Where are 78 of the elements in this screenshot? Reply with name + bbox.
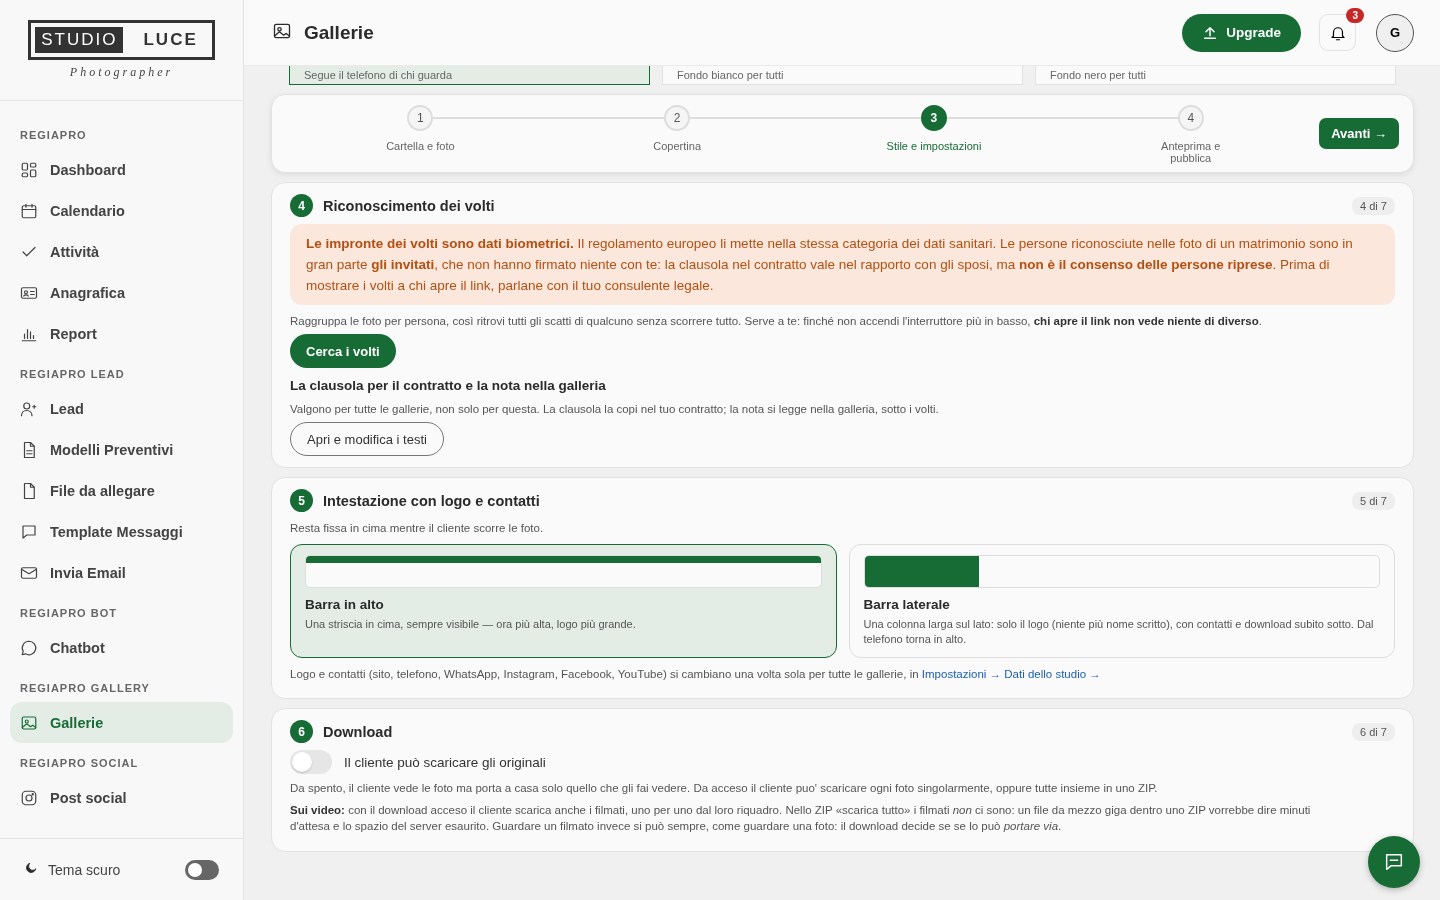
chat-bubble-icon [20,638,38,657]
warning-notice: Le impronte dei volti sono dati biometrici. Il regolamento europeo li mette nella stessa categoria dei dati sanitari. Le persone riconosciute nelle foto di un matrimonio sono in gran parte gli invitati, che non hanno firmato niente con te: la clausola nel contratto vale nel rapporto con gli sposi, ma non è il consenso delle persone riprese. Prima di mostrare i volti a chi apre il link, parlane con il tuo consulente legale. [290,224,1395,305]
settings-link[interactable]: Impostazioni → Dati dello studio → [921,668,1101,680]
step-number[interactable]: 3 [920,105,947,131]
step-number[interactable]: 1 [407,105,434,131]
chat-icon [1383,851,1405,873]
sidebar-item[interactable]: Gallerie [10,702,233,743]
toggle-switch[interactable] [290,750,332,774]
logo-tagline: Photographer [69,65,174,80]
notification-badge: 3 [1346,8,1364,23]
layout-option[interactable]: Barra laterale Una colonna larga sul lato: solo il logo (niente più nome scritto), con contatti e download subito sotto. Dal telefono torna in alto. [848,544,1395,658]
sidebar-item[interactable]: Post social [10,777,233,818]
section-number: 5 [290,489,313,512]
logo-word: LUCE [143,30,198,50]
section-title: Riconoscimento dei volti [323,197,496,214]
theme-label: Tema scuro [48,861,122,878]
grid-icon [20,160,38,179]
sidebar-item[interactable]: Dashboard [10,149,233,190]
upgrade-button[interactable]: Upgrade [1182,13,1301,52]
progress-counter: 5 di 7 [1352,491,1395,510]
section-title: Download [323,723,394,740]
layout-title: Barra in alto [305,597,385,612]
layout-description: Una striscia in cima, sempre visibile — ora più alta, logo più grande. [305,617,637,632]
layout-description: Una colonna larga sul lato: solo il logo (niente più nome scritto), con contatti e download subito sotto. Dal telefono torna in alto. [863,617,1375,647]
section-heading: REGIAPRO GALLERY [19,681,151,696]
description: Raggruppa le foto per persona, così ritrovi tutti gli scatti di qualcuno senza scorrere tutto. Serve a te: finché non accendi l'interruttore più in basso, chi apre il link non vede niente di diverso. [290,314,1263,329]
sidebar-item[interactable]: Report [10,313,233,354]
sidebar-item[interactable]: Anagrafica [10,272,233,313]
sidebar-item[interactable]: Modelli Preventivi [10,429,233,470]
description: Da spento, il cliente vede le foto ma porta a casa solo quello che gli fai vedere. Da acceso il cliente puo' scaricare ogni foto singolarmente, oppure tutte insieme in uno ZIP. [290,781,1159,796]
edit-texts-button[interactable]: Apri e modifica i testi [290,422,444,456]
step-label: Cartella e foto [385,140,456,152]
description: Sui video: con il download acceso il cliente scarica anche i filmati, uno per uno dal loro riquadro. Nello ZIP «scarica tutto» i filmati non ci sono: un file da mezzo giga dentro uno ZIP vorrebbe dire minuti d'attesa e lo spazio del server esaurito. Guardare un filmato invece si può sempre, come guardare una foto: il download decide se se lo può portare via. [290,803,1312,834]
next-button[interactable]: Avanti → [1319,118,1399,149]
moon-icon [24,860,38,875]
section-heading: REGIAPRO BOT [19,606,118,621]
chat-button[interactable] [1368,836,1420,888]
step-number[interactable]: 2 [664,105,691,131]
section-heading: REGIAPRO LEAD [19,367,126,382]
option-card[interactable]: Fondo bianco per tutti [662,66,1023,85]
progress-counter: 6 di 7 [1352,722,1395,741]
section-heading: REGIAPRO SOCIAL [19,756,140,771]
description: Valgono per tutte le gallerie, non solo per questa. La clausola la copi nel tuo contratto; la nota si legge nella galleria, sotto i volti. [290,402,940,417]
layout-option[interactable]: Barra in alto Una striscia in cima, sempre visibile — ora più alta, logo più grande. [290,544,837,658]
sidebar-item[interactable]: Calendario [10,190,233,231]
sidebar-item[interactable]: Invia Email [10,552,233,593]
camera-icon [20,788,38,807]
step-number[interactable]: 4 [1177,105,1204,131]
description: Resta fissa in cima mentre il cliente scorre le foto. [290,521,545,536]
search-faces-button[interactable]: Cerca i volti [290,334,396,368]
layout-title: Barra laterale [863,597,951,612]
logo-word: STUDIO [35,27,124,53]
section-title: Intestazione con logo e contatti [323,492,541,509]
subheading: La clausola per il contratto e la nota nella galleria [290,378,607,393]
sidebar-item[interactable]: Attività [10,231,233,272]
section-number: 4 [290,194,313,217]
step-label: Anteprima e pubblica [1160,140,1222,164]
message-icon [20,522,38,541]
sidebar-item[interactable]: Template Messaggi [10,511,233,552]
sidebar-item[interactable]: Chatbot [10,627,233,668]
avatar[interactable]: G [1376,13,1414,52]
step-label: Stile e impostazioni [886,140,982,152]
section-heading: REGIAPRO [19,128,88,143]
user-plus-icon [20,399,38,418]
page-title: Gallerie [304,21,375,44]
image-icon [20,713,38,732]
option-card[interactable]: Segue il telefono di chi guarda [289,66,650,85]
sidebar-item[interactable]: Lead [10,388,233,429]
upload-icon [1202,24,1219,41]
toggle-switch[interactable] [185,859,219,880]
sidebar-item[interactable]: File da allegare [10,470,233,511]
progress-counter: 4 di 7 [1352,196,1395,215]
option-card[interactable]: Fondo nero per tutti [1035,66,1396,85]
calendar-icon [20,201,38,220]
toggle-label: Il cliente può scaricare gli originali [344,754,546,770]
section-number: 6 [290,720,313,743]
description: Logo e contatti (sito, telefono, WhatsApp, Instagram, Facebook, YouTube) si cambiano una volta sola per tutte le gallerie, in Impostazioni → Dati dello studio → [290,667,1102,682]
step-label: Copertina [652,140,702,152]
